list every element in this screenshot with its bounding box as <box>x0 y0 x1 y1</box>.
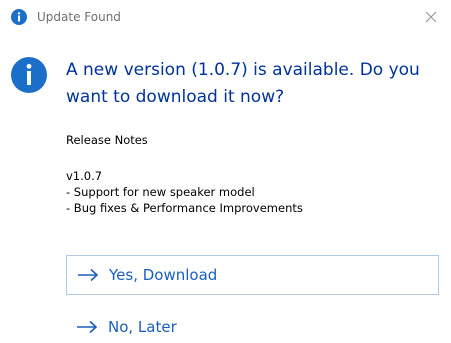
title-bar: Update Found <box>0 0 451 34</box>
arrow-right-icon <box>76 320 98 334</box>
info-icon <box>11 9 27 25</box>
arrow-right-icon <box>77 268 99 282</box>
close-button[interactable] <box>411 0 451 34</box>
window-title: Update Found <box>37 10 121 24</box>
release-notes-text: v1.0.7 - Support for new speaker model -… <box>66 169 303 215</box>
close-icon <box>425 8 437 27</box>
update-dialog: Update Found A new version (1.0.7) is av… <box>0 0 451 343</box>
release-notes-heading: Release Notes <box>66 133 148 147</box>
yes-download-button[interactable]: Yes, Download <box>66 255 439 295</box>
no-later-button[interactable]: No, Later <box>66 312 439 342</box>
no-later-label: No, Later <box>108 318 177 336</box>
info-icon <box>11 57 47 93</box>
main-instruction: A new version (1.0.7) is available. Do y… <box>66 60 420 107</box>
yes-download-label: Yes, Download <box>109 266 218 284</box>
